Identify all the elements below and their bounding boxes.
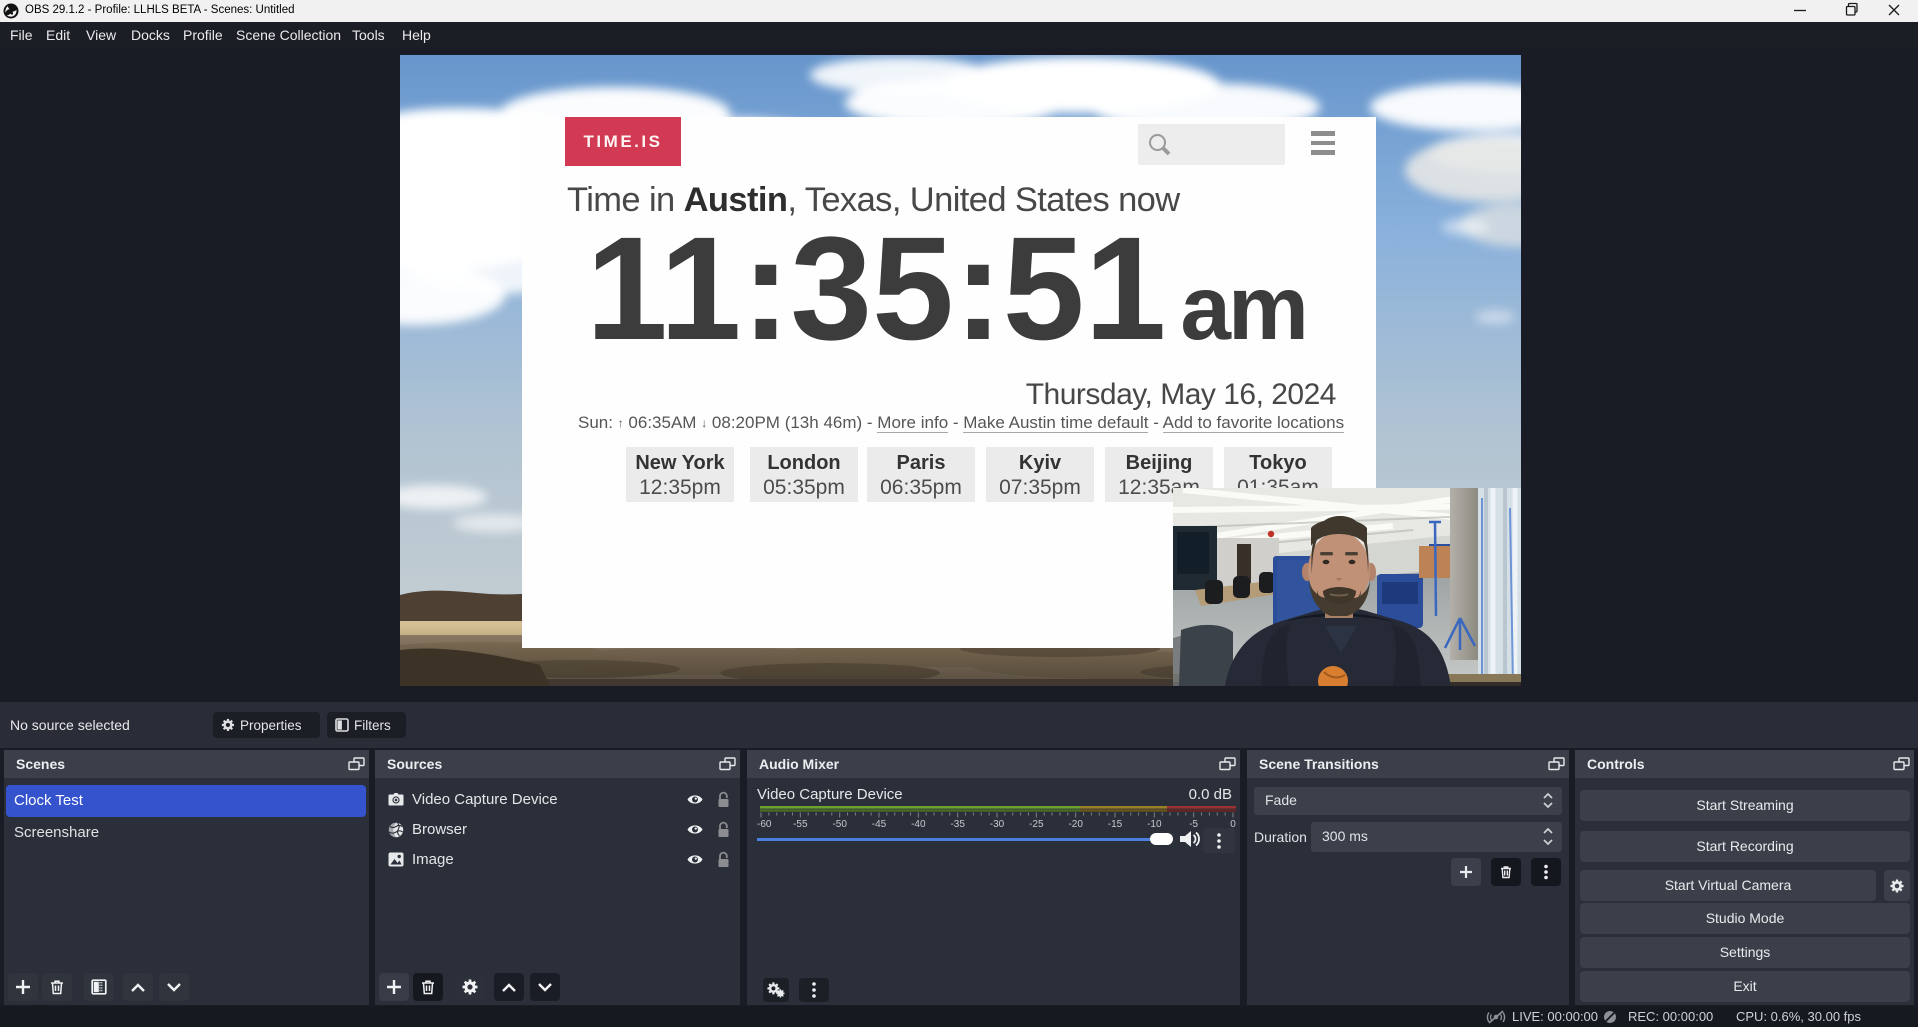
svg-text:-20: -20 [1068,819,1083,830]
svg-text:-35: -35 [950,819,965,830]
svg-text:-40: -40 [911,819,926,830]
svg-text:-25: -25 [1029,819,1044,830]
svg-text:-10: -10 [1147,819,1162,830]
svg-text:-30: -30 [990,819,1005,830]
svg-text:-50: -50 [832,819,847,830]
svg-text:-45: -45 [872,819,887,830]
svg-text:-60: -60 [757,819,772,830]
svg-text:-15: -15 [1108,819,1123,830]
svg-text:-55: -55 [793,819,808,830]
